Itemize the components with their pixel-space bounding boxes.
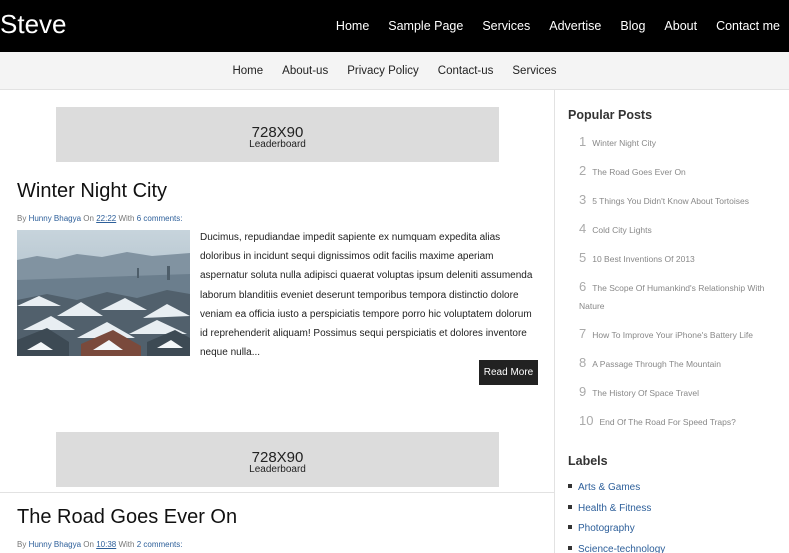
label-link[interactable]: Arts & Games [578,482,640,493]
popular-post-number: 1 [579,134,587,149]
top-nav-about[interactable]: About [664,19,697,33]
popular-post-item: 4 Cold City Lights [579,220,779,249]
popular-post-number: 5 [579,250,587,265]
popular-post-item: 10 End Of The Road For Speed Traps? [579,412,779,441]
popular-post-item: 5 10 Best Inventions Of 2013 [579,249,779,278]
post-title[interactable]: The Road Goes Ever On [17,506,237,529]
labels-heading: Labels [568,454,608,468]
popular-post-link[interactable]: End Of The Road For Speed Traps? [599,417,735,427]
bullet-square-icon [568,504,572,509]
popular-post-number: 8 [579,355,587,370]
sub-nav-privacy-policy[interactable]: Privacy Policy [347,65,419,77]
top-nav-home[interactable]: Home [336,19,369,33]
site-title[interactable]: Steve [0,9,67,39]
popular-post-link[interactable]: The Scope Of Humankind's Relationship Wi… [579,283,764,311]
popular-post-item: 6 The Scope Of Humankind's Relationship W… [579,278,779,325]
author-link[interactable]: Hunny Bhagya [29,540,81,549]
post-thumbnail-winter-city[interactable] [17,230,190,356]
post-meta: By Hunny Bhagya On 10:38 With 2 comments… [17,540,183,549]
sub-nav-contact-us[interactable]: Contact-us [438,65,494,77]
top-nav-contact-me[interactable]: Contact me [716,19,780,33]
popular-post-number: 6 [579,279,587,294]
leaderboard-ad[interactable]: 728X90 Leaderboard [56,107,499,162]
meta-with: With [118,540,135,549]
popular-post-number: 4 [579,221,587,236]
label-item: Arts & Games [568,478,665,499]
label-link[interactable]: Science-technology [578,544,665,553]
popular-post-link[interactable]: The Road Goes Ever On [592,167,686,177]
popular-post-number: 3 [579,192,587,207]
author-link[interactable]: Hunny Bhagya [29,214,81,223]
post-meta: By Hunny Bhagya On 22:22 With 6 comments… [17,214,183,223]
popular-post-item: 2 The Road Goes Ever On [579,162,779,191]
popular-post-number: 9 [579,384,587,399]
popular-post-link[interactable]: A Passage Through The Mountain [592,359,721,369]
meta-by: By [17,540,27,549]
comments-link[interactable]: 6 comments: [137,214,183,223]
popular-post-item: 3 5 Things You Didn't Know About Tortoise… [579,191,779,220]
popular-post-link[interactable]: The History Of Space Travel [592,388,699,398]
sidebar: Popular Posts 1 Winter Night City 2 The Ro… [554,90,789,553]
popular-posts-heading: Popular Posts [568,108,653,122]
post-title[interactable]: Winter Night City [17,180,167,203]
bullet-square-icon [568,525,572,530]
label-link[interactable]: Photography [578,523,635,534]
section-divider [0,492,554,493]
bullet-square-icon [568,545,572,550]
popular-post-number: 10 [579,413,594,428]
label-link[interactable]: Health & Fitness [578,503,651,514]
winter-city-image [17,230,190,356]
popular-post-link[interactable]: Winter Night City [592,138,656,148]
meta-by: By [17,214,27,223]
meta-on: On [83,214,94,223]
sub-nav-services[interactable]: Services [512,65,556,77]
sub-nav-home[interactable]: Home [232,65,263,77]
popular-post-link[interactable]: How To Improve Your iPhone's Battery Lif… [592,330,753,340]
ad-size-label: 728X90 [251,449,304,466]
label-item: Science-technology [568,540,665,553]
top-nav: Home Sample Page Services Advertise Blog… [317,0,780,52]
label-item: Health & Fitness [568,499,665,520]
comments-link[interactable]: 2 comments: [137,540,183,549]
read-more-button[interactable]: Read More [479,360,538,385]
meta-with: With [118,214,135,223]
post-time-link[interactable]: 22:22 [96,214,116,223]
ad-size-label: 728X90 [251,124,304,141]
top-nav-sample-page[interactable]: Sample Page [388,19,463,33]
label-item: Photography [568,519,665,540]
ad-kind-label: Leaderboard [249,464,306,475]
bullet-square-icon [568,484,572,489]
popular-post-link[interactable]: Cold City Lights [592,225,652,235]
popular-post-number: 2 [579,163,587,178]
labels-list: Arts & Games Health & Fitness Photograph… [568,478,665,553]
post-time-link[interactable]: 10:38 [96,540,116,549]
popular-post-item: 7 How To Improve Your iPhone's Battery Li… [579,325,779,354]
popular-post-link[interactable]: 10 Best Inventions Of 2013 [592,254,695,264]
top-nav-advertise[interactable]: Advertise [549,19,601,33]
popular-post-item: 9 The History Of Space Travel [579,383,779,412]
top-nav-blog[interactable]: Blog [620,19,645,33]
top-header: Steve Home Sample Page Services Advertis… [0,0,789,52]
secondary-nav: Home About-us Privacy Policy Contact-us … [0,52,789,90]
top-nav-services[interactable]: Services [482,19,530,33]
popular-post-item: 1 Winter Night City [579,133,779,162]
popular-post-number: 7 [579,326,587,341]
popular-post-item: 8 A Passage Through The Mountain [579,354,779,383]
popular-posts-list: 1 Winter Night City 2 The Road Goes Ever O… [579,133,779,441]
popular-post-link[interactable]: 5 Things You Didn't Know About Tortoises [592,196,749,206]
main-content: 728X90 Leaderboard Winter Night City By … [0,90,554,553]
leaderboard-ad[interactable]: 728X90 Leaderboard [56,432,499,487]
meta-on: On [83,540,94,549]
post-excerpt: Ducimus, repudiandae impedit sapiente ex… [200,232,533,359]
ad-kind-label: Leaderboard [249,139,306,150]
sub-nav-about-us[interactable]: About-us [282,65,328,77]
